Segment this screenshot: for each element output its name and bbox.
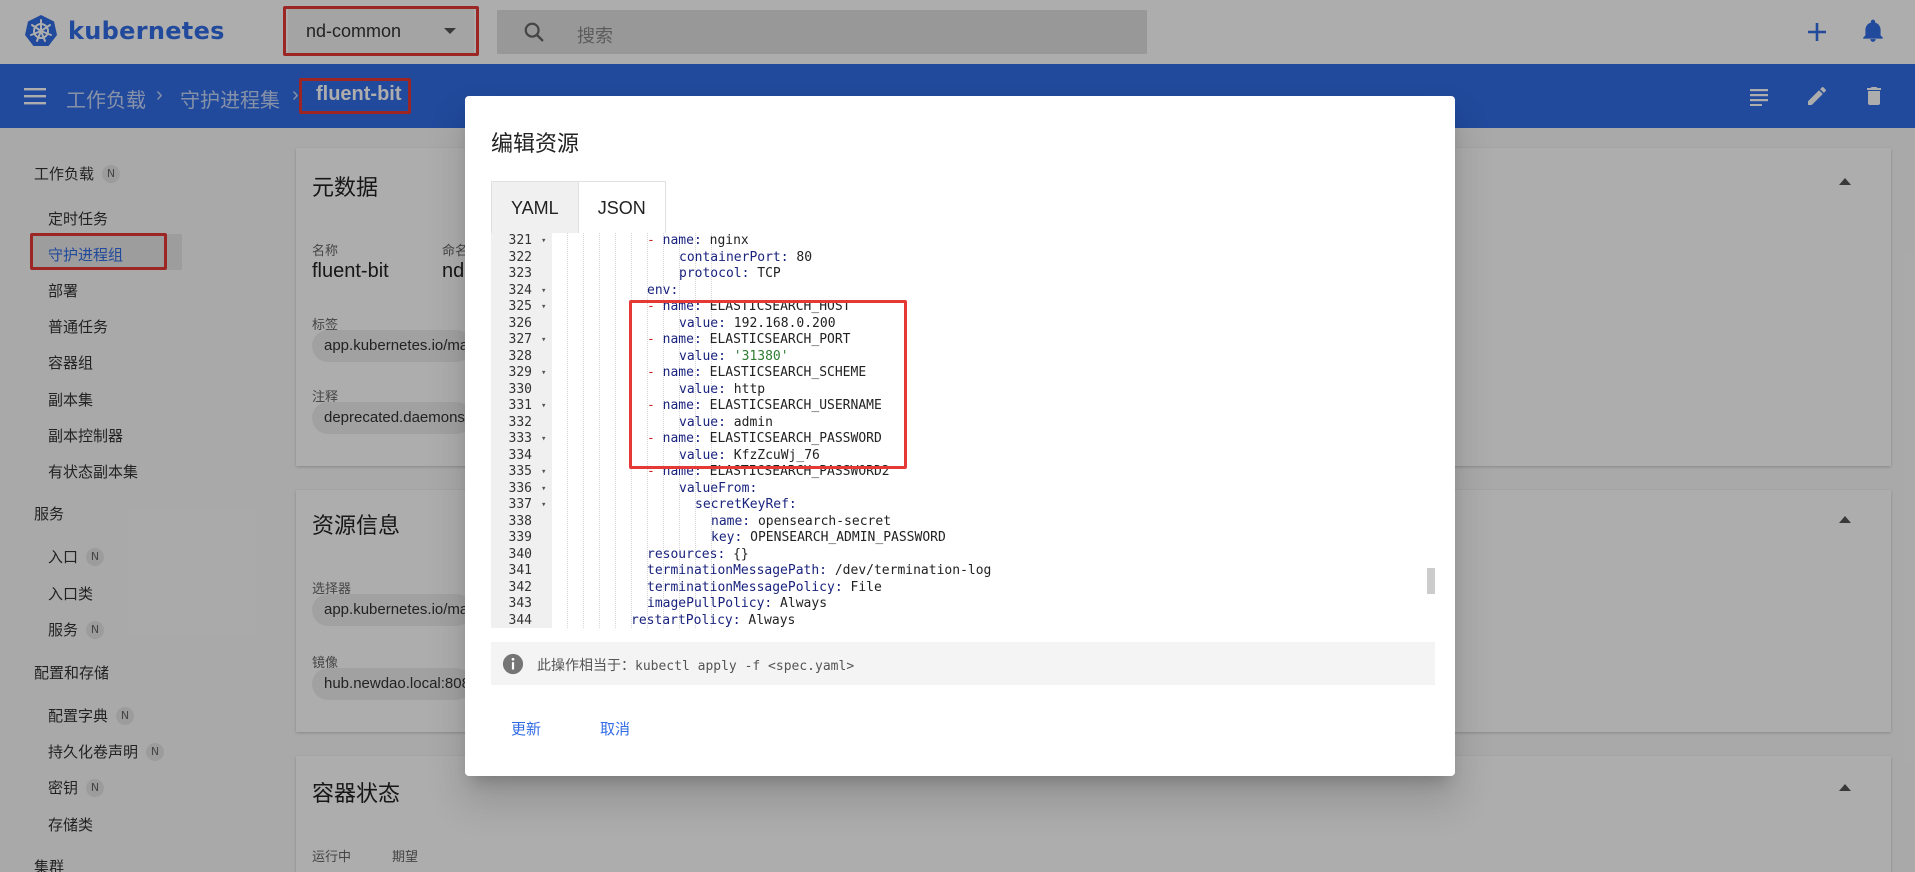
- code-line: terminationMessagePolicy: File: [647, 579, 882, 595]
- line-number: 330: [508, 381, 532, 397]
- fold-toggle-icon[interactable]: ▾: [541, 283, 546, 300]
- fold-toggle-icon[interactable]: ▾: [541, 299, 546, 316]
- tab-yaml[interactable]: YAML: [492, 182, 579, 234]
- info-text: 此操作相当于：kubectl apply -f <spec.yaml>: [537, 655, 854, 675]
- fold-toggle-icon[interactable]: ▾: [541, 233, 546, 250]
- code-line: - name: ELASTICSEARCH_PASSWORD2: [647, 464, 890, 479]
- fold-toggle-icon[interactable]: ▾: [541, 398, 546, 415]
- code-line: protocol: TCP: [679, 266, 781, 281]
- indent-guide: [615, 233, 616, 628]
- format-tabs: YAML JSON: [491, 181, 666, 234]
- code-line: secretKeyRef:: [695, 497, 797, 512]
- line-number: 341: [508, 563, 532, 578]
- code-line: - name: ELASTICSEARCH_PASSWORD: [647, 431, 882, 446]
- dialog-title: 编辑资源: [491, 132, 580, 157]
- line-number: 344: [508, 612, 532, 628]
- code-line: resources: {}: [647, 546, 749, 562]
- line-number: 335: [508, 464, 532, 479]
- indent-guide: [583, 233, 584, 628]
- code-line: key: OPENSEARCH_ADMIN_PASSWORD: [711, 530, 946, 545]
- edit-resource-dialog: 编辑资源 YAML JSON 321 ▾ 322 323 324 ▾ 325 ▾ 326 327 ▾…: [465, 96, 1455, 776]
- code-line: value: KfzZcuWj_76: [679, 447, 820, 463]
- line-number: 342: [508, 579, 532, 595]
- info-icon: [502, 653, 524, 675]
- code-line: restartPolicy: Always: [631, 612, 796, 628]
- line-number: 326: [508, 315, 532, 331]
- info-prefix: 此操作相当于：: [537, 657, 635, 673]
- fold-toggle-icon[interactable]: ▾: [541, 497, 546, 514]
- line-number: 325: [508, 299, 532, 314]
- code-line: - name: ELASTICSEARCH_HOST: [647, 299, 851, 314]
- line-number: 322: [508, 249, 532, 265]
- code-line: imagePullPolicy: Always: [647, 596, 828, 611]
- code-line: containerPort: 80: [679, 249, 813, 265]
- line-number: 334: [508, 447, 532, 463]
- cancel-button[interactable]: 取消: [600, 718, 630, 739]
- fold-toggle-icon[interactable]: ▾: [541, 365, 546, 382]
- fold-toggle-icon[interactable]: ▾: [541, 431, 546, 448]
- line-number: 323: [508, 266, 532, 281]
- code-line: value: admin: [679, 414, 773, 430]
- line-number: 327: [508, 332, 532, 347]
- info-bar: 此操作相当于：kubectl apply -f <spec.yaml>: [491, 642, 1435, 685]
- editor-scrollbar-thumb[interactable]: [1427, 568, 1435, 594]
- line-number: 343: [508, 596, 532, 611]
- line-number: 321: [508, 233, 532, 248]
- code-line: - name: nginx: [647, 233, 749, 248]
- line-number: 336: [508, 480, 532, 496]
- indent-guide: [567, 233, 568, 628]
- code-line: - name: ELASTICSEARCH_PORT: [647, 332, 851, 347]
- line-number: 338: [508, 513, 532, 529]
- code-line: value: http: [679, 381, 766, 397]
- line-number: 324: [508, 282, 532, 298]
- code-editor[interactable]: 321 ▾ 322 323 324 ▾ 325 ▾ 326 327 ▾ 328 329 ▾ 330 331 ▾ 3…: [491, 233, 1435, 628]
- line-number: 332: [508, 414, 532, 430]
- line-number: 329: [508, 365, 532, 380]
- code-line: terminationMessagePath: /dev/termination…: [647, 563, 992, 578]
- line-number: 337: [508, 497, 532, 512]
- fold-toggle-icon[interactable]: ▾: [541, 481, 546, 498]
- code-line: name: opensearch-secret: [711, 513, 892, 529]
- fold-toggle-icon[interactable]: ▾: [541, 332, 546, 349]
- info-command: kubectl apply -f <spec.yaml>: [635, 659, 855, 674]
- tab-json[interactable]: JSON: [578, 182, 665, 234]
- code-line: value: 192.168.0.200: [679, 315, 836, 331]
- line-number-gutter: 321 ▾ 322 323 324 ▾ 325 ▾ 326 327 ▾ 328 329 ▾ 330 331 ▾ 3…: [491, 233, 552, 628]
- indent-guide: [599, 233, 600, 628]
- line-number: 328: [508, 348, 532, 364]
- line-number: 331: [508, 398, 532, 413]
- code-line: - name: ELASTICSEARCH_USERNAME: [647, 398, 882, 413]
- fold-toggle-icon[interactable]: ▾: [541, 464, 546, 481]
- code-line: - name: ELASTICSEARCH_SCHEME: [647, 365, 867, 380]
- update-button[interactable]: 更新: [511, 718, 541, 739]
- line-number: 339: [508, 530, 532, 545]
- line-number: 340: [508, 546, 532, 562]
- line-number: 333: [508, 431, 532, 446]
- code-line: env:: [647, 282, 679, 298]
- code-line: value: '31380': [679, 348, 789, 364]
- code-line: valueFrom:: [679, 480, 758, 496]
- indent-guide: [631, 233, 632, 628]
